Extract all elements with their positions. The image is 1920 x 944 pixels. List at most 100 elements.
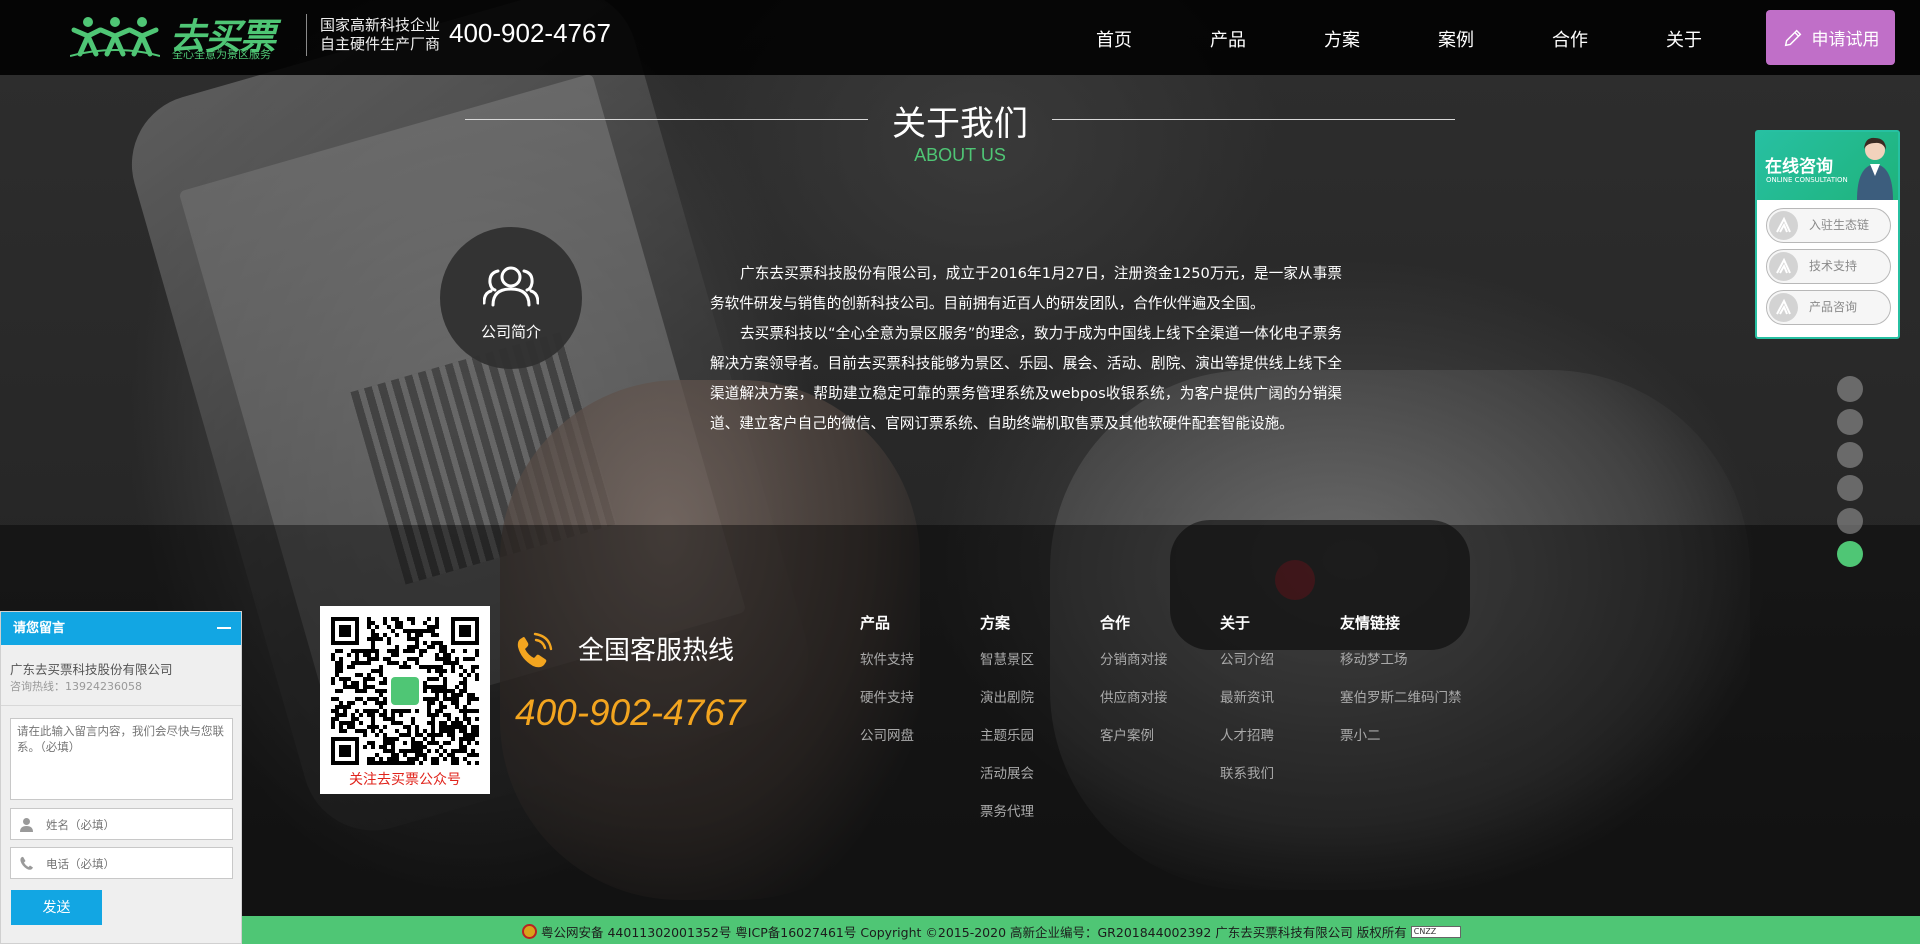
police-badge-icon: [522, 924, 537, 939]
header-divider: [306, 14, 307, 56]
footer-col-products: 产品 软件支持 硬件支持 公司网盘: [860, 612, 914, 764]
pager-dot[interactable]: [1837, 376, 1863, 402]
footer-link[interactable]: 活动展会: [980, 764, 1034, 802]
footer-link[interactable]: 塞伯罗斯二维码门禁: [1340, 688, 1462, 726]
top-header: 去买票 全心全意为景区服务 国家高新科技企业 自主硬件生产厂商 400-902-…: [0, 0, 1920, 75]
company-intro-label: 公司简介: [480, 323, 541, 341]
cnzz-stat-badge[interactable]: CNZZ: [1410, 925, 1461, 938]
header-tagline: 国家高新科技企业 自主硬件生产厂商: [320, 16, 440, 54]
pager-dot[interactable]: [1837, 508, 1863, 534]
message-header[interactable]: 请您留言: [1, 612, 241, 645]
message-divider: [1, 705, 241, 706]
footer-col-links: 友情链接 移动梦工场 塞伯罗斯二维码门禁 票小二: [1340, 612, 1462, 764]
copyright-text: 粤公网安备 44011302001352号 粤ICP备16027461号 Cop…: [541, 925, 1407, 940]
message-company: 广东去买票科技股份有限公司: [10, 662, 173, 677]
section-subtitle: ABOUT US: [914, 145, 1006, 165]
footer-link[interactable]: 智慧景区: [980, 650, 1034, 688]
footer-link[interactable]: 联系我们: [1220, 764, 1274, 802]
service-agent-icon: [1857, 137, 1893, 200]
pager-dot[interactable]: [1837, 541, 1863, 567]
triangle-logo-icon: [1776, 257, 1791, 274]
footer-link[interactable]: 票务代理: [980, 802, 1034, 840]
user-icon: [20, 818, 33, 832]
footer-link[interactable]: 演出剧院: [980, 688, 1034, 726]
nav-home[interactable]: 首页: [1096, 26, 1132, 52]
header-phone: 400-902-4767: [449, 18, 611, 48]
company-intro-tab[interactable]: 公司简介: [440, 227, 582, 369]
section-title: 关于我们: [892, 104, 1028, 144]
footer-link[interactable]: 主题乐园: [980, 726, 1034, 764]
footer-heading: 友情链接: [1340, 614, 1401, 632]
pager-dot[interactable]: [1837, 409, 1863, 435]
minimize-icon[interactable]: [217, 627, 231, 629]
footer-link[interactable]: 票小二: [1340, 726, 1462, 764]
nav-about[interactable]: 关于: [1666, 26, 1702, 52]
message-hotline: 咨询热线：13924236058: [10, 680, 142, 693]
footer-col-solutions: 方案 智慧景区 演出剧院 主题乐园 活动展会 票务代理: [980, 612, 1034, 840]
apply-trial-label: 申请试用: [1811, 30, 1880, 50]
pager-dot[interactable]: [1837, 442, 1863, 468]
phone-input[interactable]: [46, 854, 226, 874]
logo-figures-icon: [70, 17, 160, 57]
logo-slogan: 全心全意为景区服务: [172, 48, 271, 61]
footer-col-cooperation: 合作 分销商对接 供应商对接 客户案例: [1100, 612, 1168, 764]
consult-product-button[interactable]: 产品咨询: [1766, 290, 1891, 325]
triangle-logo-icon: [1776, 298, 1791, 315]
consult-tech-support-label: 技术支持: [1809, 259, 1858, 273]
footer-col-about: 关于 公司介绍 最新资讯 人才招聘 联系我们: [1220, 612, 1274, 802]
consult-subtitle: ONLINE CONSULTATION: [1766, 176, 1848, 184]
footer-link[interactable]: 客户案例: [1100, 726, 1168, 764]
copyright-bar: 粤公网安备 44011302001352号 粤ICP备16027461号 Cop…: [242, 916, 1920, 944]
name-input[interactable]: [46, 815, 226, 835]
about-paragraph-2: 去买票科技以“全心全意为景区服务”的理念，致力于成为中国线上线下全渠道一体化电子…: [710, 325, 1342, 432]
footer-link[interactable]: 硬件支持: [860, 688, 914, 726]
about-description: 广东去买票科技股份有限公司，成立于2016年1月27日，注册资金1250万元，是…: [710, 259, 1342, 439]
wechat-qr-card: 关注去买票公众号: [320, 606, 490, 794]
phone-field: [10, 847, 233, 879]
tagline-line-2: 自主硬件生产厂商: [320, 35, 441, 53]
footer-heading: 合作: [1100, 614, 1131, 632]
online-consult-panel: 在线咨询 ONLINE CONSULTATION 入驻生态链 技术支持 产品咨询: [1755, 130, 1900, 339]
footer-link[interactable]: 公司网盘: [860, 726, 914, 764]
nav-cooperation[interactable]: 合作: [1552, 26, 1588, 52]
about-paragraph-1: 广东去买票科技股份有限公司，成立于2016年1月27日，注册资金1250万元，是…: [710, 265, 1342, 312]
consult-tech-support-button[interactable]: 技术支持: [1766, 249, 1891, 284]
footer-heading: 关于: [1220, 614, 1251, 632]
users-icon: [483, 266, 539, 307]
tagline-line-1: 国家高新科技企业: [320, 16, 441, 34]
message-title: 请您留言: [13, 621, 66, 636]
footer-link[interactable]: 软件支持: [860, 650, 914, 688]
message-textarea[interactable]: [10, 718, 233, 800]
phone-icon: [20, 856, 33, 870]
pager-dot[interactable]: [1837, 475, 1863, 501]
nav-solutions[interactable]: 方案: [1324, 26, 1360, 52]
footer-link[interactable]: 最新资讯: [1220, 688, 1274, 726]
footer-link[interactable]: 分销商对接: [1100, 650, 1168, 688]
footer-link[interactable]: 人才招聘: [1220, 726, 1274, 764]
consult-options: 入驻生态链 技术支持 产品咨询: [1757, 204, 1898, 331]
footer-link[interactable]: 移动梦工场: [1340, 650, 1462, 688]
phone-icon: [517, 632, 553, 668]
nav-cases[interactable]: 案例: [1438, 26, 1474, 52]
title-line-right: [1052, 119, 1455, 120]
consult-ecosystem-label: 入驻生态链: [1809, 218, 1870, 232]
leave-message-widget: 请您留言 广东去买票科技股份有限公司 咨询热线：13924236058 发送: [0, 611, 242, 944]
site-logo[interactable]: 去买票 全心全意为景区服务: [70, 10, 290, 61]
pencil-icon: [1784, 29, 1801, 46]
nav-products[interactable]: 产品: [1210, 26, 1246, 52]
section-pager: [1837, 376, 1863, 574]
footer-link[interactable]: 公司介绍: [1220, 650, 1274, 688]
footer-link[interactable]: 供应商对接: [1100, 688, 1168, 726]
footer-heading: 产品: [860, 614, 891, 632]
hotline-title: 全国客服热线: [578, 636, 735, 666]
hotline-number[interactable]: 400-902-4767: [515, 692, 745, 734]
consult-header[interactable]: 在线咨询 ONLINE CONSULTATION: [1757, 132, 1898, 200]
triangle-logo-icon: [1776, 216, 1791, 233]
footer-overlay: [0, 525, 1920, 944]
footer-heading: 方案: [980, 614, 1011, 632]
apply-trial-button[interactable]: 申请试用: [1766, 10, 1895, 65]
send-button[interactable]: 发送: [11, 890, 102, 925]
name-field: [10, 808, 233, 840]
consult-ecosystem-button[interactable]: 入驻生态链: [1766, 208, 1891, 243]
consult-title: 在线咨询: [1765, 157, 1833, 177]
